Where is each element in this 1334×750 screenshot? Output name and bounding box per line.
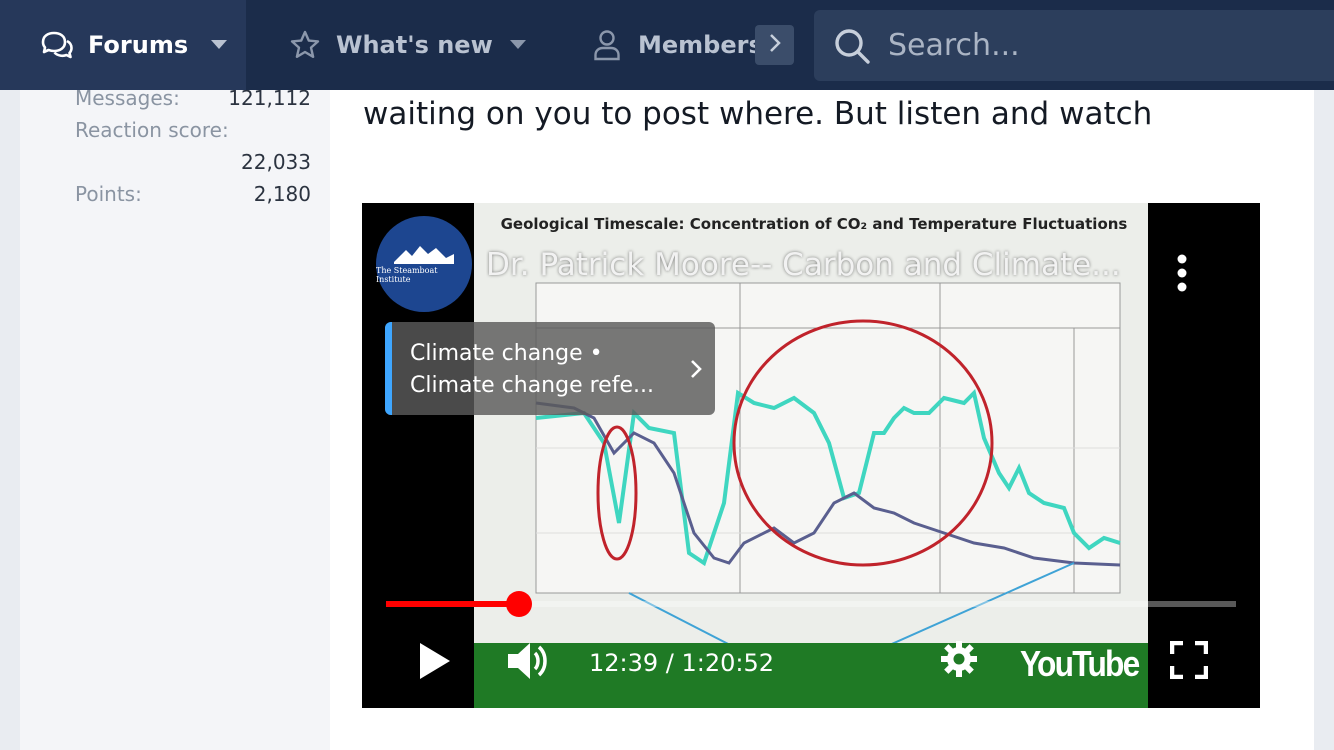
mountain-logo-icon [394, 246, 454, 264]
nav-tab-forums-label: Forums [88, 31, 189, 59]
reaction-score-value: 22,033 [241, 150, 311, 174]
youtube-logo[interactable]: YouTube [1020, 643, 1140, 685]
channel-name: The Steamboat Institute [376, 266, 438, 284]
search-icon [832, 26, 872, 66]
chevron-down-icon[interactable] [510, 40, 526, 49]
progress-fill [386, 601, 519, 607]
channel-avatar[interactable]: The Steamboat Institute [376, 216, 472, 312]
video-title[interactable]: Dr. Patrick Moore-- Carbon and Climate..… [486, 247, 1136, 283]
user-icon [590, 28, 624, 62]
nav-tab-whats-new-label: What's new [336, 31, 493, 59]
info-card[interactable]: Climate change • Climate change refe... [385, 322, 715, 415]
more-options-icon[interactable] [1174, 253, 1190, 293]
chevron-down-icon[interactable] [211, 40, 227, 49]
volume-icon[interactable] [506, 640, 550, 686]
fullscreen-icon[interactable] [1169, 640, 1209, 683]
video-time: 12:39 / 1:20:52 [589, 649, 775, 677]
nav-more-button[interactable] [755, 25, 794, 65]
play-icon[interactable] [418, 641, 452, 685]
points-label: Points: [75, 182, 142, 206]
search-bar[interactable] [814, 10, 1334, 81]
top-nav: Forums What's new Members [0, 0, 1334, 90]
chevron-right-icon [689, 358, 703, 384]
info-card-line2: Climate change refe... [410, 373, 654, 398]
chevron-right-icon [768, 32, 782, 58]
nav-tab-whats-new[interactable]: What's new [246, 0, 546, 90]
star-icon [288, 28, 322, 62]
nav-tab-forums[interactable]: Forums [0, 0, 246, 90]
progress-bar[interactable] [386, 591, 1236, 617]
reaction-score-label: Reaction score: [75, 118, 229, 142]
video-embed[interactable]: Geological Timescale: Concentration of C… [362, 203, 1260, 708]
search-input[interactable] [888, 28, 1308, 63]
points-value: 2,180 [253, 182, 311, 206]
nav-tab-members-label: Members [638, 31, 763, 59]
post-body-text: waiting on you to post where. But listen… [363, 96, 1153, 132]
chat-bubbles-icon [40, 28, 74, 62]
info-card-line1: Climate change • [410, 341, 603, 366]
progress-scrubber[interactable] [506, 591, 532, 617]
settings-gear-icon[interactable] [940, 640, 978, 682]
info-card-accent [385, 322, 392, 415]
